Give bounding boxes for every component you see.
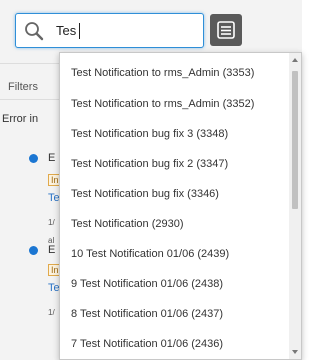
list-view-button[interactable] <box>210 14 242 46</box>
list-view-icon <box>217 21 235 39</box>
dropdown-scrollbar[interactable] <box>289 53 301 359</box>
search-suggestions-dropdown: Test Notification to rms_Admin (3353) Te… <box>59 52 302 360</box>
scroll-up-icon[interactable] <box>292 58 298 62</box>
suggestion-item[interactable]: Test Notification bug fix 3 (3348) <box>60 119 290 149</box>
unread-dot <box>29 246 38 255</box>
suggestion-item[interactable]: Test Notification to rms_Admin (3353) <box>60 53 290 89</box>
suggestion-item[interactable]: Test Notification to rms_Admin (3352) <box>60 89 290 119</box>
card-title: E <box>48 244 56 256</box>
notification-panel: Filters Error in E In Te 1/ al E In Te 1… <box>0 0 302 360</box>
suggestion-item[interactable]: 9 Test Notification 01/06 (2438) <box>60 269 290 299</box>
scrollbar-thumb[interactable] <box>292 71 298 209</box>
filters-label: Filters <box>8 81 38 93</box>
card-date: 1/ <box>48 308 55 317</box>
section-label: Error in <box>2 113 39 125</box>
search-field[interactable] <box>15 13 204 48</box>
scroll-down-icon[interactable] <box>292 350 298 354</box>
search-input[interactable] <box>56 17 196 44</box>
card-title: E <box>48 152 56 164</box>
card-link[interactable]: Te <box>48 282 60 294</box>
suggestion-item[interactable]: Test Notification bug fix (3346) <box>60 179 290 209</box>
suggestion-item[interactable]: Test Notification bug fix 2 (3347) <box>60 149 290 179</box>
card-link[interactable]: Te <box>48 192 60 204</box>
suggestion-list: Test Notification to rms_Admin (3353) Te… <box>60 53 290 359</box>
suggestion-item[interactable]: Test Notification (2930) <box>60 209 290 239</box>
suggestion-item[interactable]: 8 Test Notification 01/06 (2437) <box>60 299 290 329</box>
card-date: 1/ <box>48 218 55 227</box>
suggestion-item[interactable]: 10 Test Notification 01/06 (2439) <box>60 239 290 269</box>
text-cursor <box>79 23 80 39</box>
unread-dot <box>29 154 38 163</box>
suggestion-item[interactable]: 7 Test Notification 01/06 (2436) <box>60 329 290 359</box>
search-icon[interactable] <box>22 19 46 43</box>
